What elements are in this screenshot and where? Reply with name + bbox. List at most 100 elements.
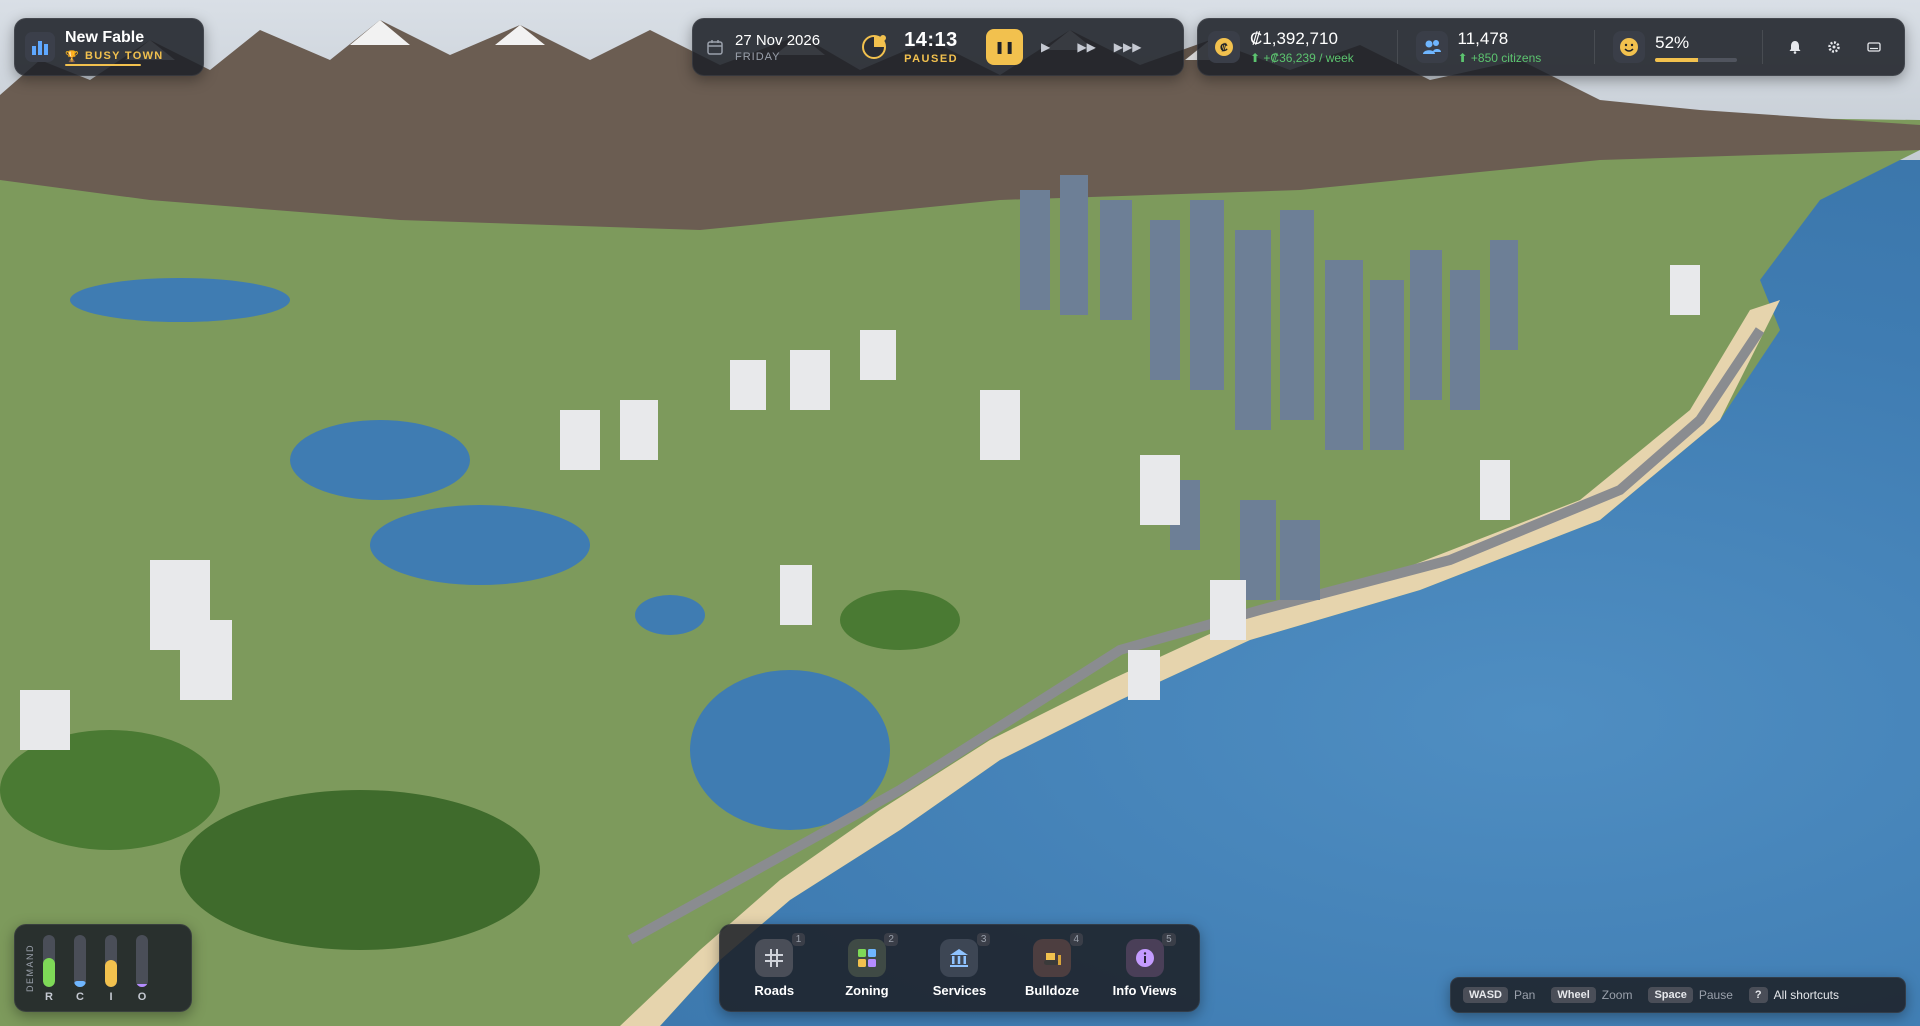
bell-icon bbox=[1789, 41, 1801, 54]
services-tool-button[interactable]: 3 Services bbox=[916, 932, 1002, 998]
shortcut-key: Space bbox=[1648, 987, 1693, 1003]
zoning-tool-button[interactable]: 2 Zoning bbox=[824, 932, 910, 998]
fast-forward-button[interactable]: ▶▶ bbox=[1068, 29, 1105, 65]
demand-letter: R bbox=[45, 991, 53, 1003]
demand-track bbox=[105, 935, 117, 987]
coin-icon: ₡ bbox=[1208, 31, 1240, 63]
city-rank-label: BUSY TOWN bbox=[85, 50, 164, 62]
pause-button[interactable]: ❚❚ bbox=[986, 29, 1024, 65]
keyboard-shortcuts-button[interactable] bbox=[1854, 40, 1894, 54]
pause-icon: ❚❚ bbox=[994, 40, 1015, 54]
demand-title: DEMAND bbox=[25, 944, 35, 993]
roads-icon bbox=[755, 938, 794, 977]
shortcut-action: All shortcuts bbox=[1773, 988, 1839, 1002]
hotkey-badge: 1 bbox=[791, 932, 806, 946]
tool-label: Services bbox=[932, 982, 987, 998]
svg-text:₡: ₡ bbox=[1220, 42, 1228, 54]
play-button[interactable]: ▶ bbox=[1027, 29, 1064, 65]
lake bbox=[70, 278, 290, 322]
demand-commercial: C bbox=[74, 935, 86, 1003]
day-night-cycle-icon bbox=[862, 35, 887, 59]
bulldozer-icon bbox=[1033, 938, 1072, 977]
zoning-icon bbox=[847, 938, 886, 977]
demand-fill bbox=[105, 959, 117, 987]
happiness-bar bbox=[1655, 57, 1738, 62]
population-delta: +850 citizens bbox=[1470, 51, 1542, 65]
build-toolbar: 1 Roads 2 Zoning 3 Services 4 Bulldoze 5… bbox=[719, 924, 1200, 1012]
hotkey-badge: 5 bbox=[1162, 932, 1176, 946]
stats-panel: ₡ ₡1,392,710 ⬆ +₡36,239 / week 11,478 ⬆ … bbox=[1197, 18, 1905, 76]
info-views-tool-button[interactable]: 5 Info Views bbox=[1102, 932, 1188, 998]
play-icon: ▶ bbox=[1040, 40, 1051, 54]
lake bbox=[290, 420, 470, 500]
hotkey-badge: 4 bbox=[1069, 932, 1084, 946]
roads-tool-button[interactable]: 1 Roads bbox=[731, 932, 817, 998]
services-icon bbox=[940, 938, 979, 977]
hotkey-badge: 3 bbox=[976, 932, 991, 946]
shortcut-action: Pan bbox=[1514, 988, 1536, 1002]
demand-track bbox=[136, 935, 148, 987]
keyboard-icon bbox=[1867, 42, 1881, 52]
gear-icon bbox=[1828, 41, 1841, 53]
money-value: ₡1,392,710 bbox=[1250, 29, 1338, 48]
population-value: 11,478 bbox=[1457, 29, 1509, 48]
time-panel: 27 Nov 2026 FRIDAY 14:13 PAUSED ❚❚ ▶ ▶▶ … bbox=[692, 18, 1184, 76]
city-name: New Fable bbox=[65, 28, 145, 46]
money-stat[interactable]: ₡ ₡1,392,710 ⬆ +₡36,239 / week bbox=[1208, 29, 1397, 65]
bulldoze-tool-button[interactable]: 4 Bulldoze bbox=[1009, 932, 1095, 998]
tool-label: Roads bbox=[754, 982, 795, 998]
forest bbox=[840, 590, 960, 650]
fastest-forward-button[interactable]: ▶▶▶ bbox=[1109, 29, 1146, 65]
happiness-bar-fill bbox=[1655, 57, 1698, 62]
fast-forward-icon: ▶▶ bbox=[1077, 40, 1096, 54]
smiley-icon bbox=[1613, 31, 1646, 63]
city-info-panel[interactable]: New Fable 🏆 BUSY TOWN bbox=[14, 18, 204, 76]
settings-button[interactable] bbox=[1815, 40, 1855, 54]
demand-letter: I bbox=[109, 991, 113, 1003]
shortcuts-bar: WASD Pan Wheel Zoom Space Pause ? All sh… bbox=[1450, 977, 1906, 1013]
demand-office: O bbox=[136, 935, 148, 1003]
shortcut-action: Pause bbox=[1698, 988, 1733, 1002]
lake bbox=[690, 670, 890, 830]
citizens-icon bbox=[1415, 31, 1448, 63]
lake bbox=[635, 595, 705, 635]
demand-track bbox=[74, 935, 86, 987]
shortcut-key: WASD bbox=[1463, 987, 1508, 1003]
demand-letter: C bbox=[76, 991, 84, 1003]
lake bbox=[370, 505, 590, 585]
game-viewport[interactable] bbox=[0, 0, 1920, 1026]
divider bbox=[1761, 30, 1763, 64]
happiness-stat[interactable]: 52% bbox=[1613, 31, 1762, 63]
demand-fill bbox=[136, 983, 148, 987]
divider bbox=[1396, 30, 1398, 64]
shortcut-key: Wheel bbox=[1551, 987, 1596, 1003]
weekday-label: FRIDAY bbox=[735, 50, 781, 63]
calendar-icon bbox=[707, 40, 723, 55]
shortcut-zoom: Wheel Zoom bbox=[1551, 987, 1632, 1003]
rank-progress-bar bbox=[65, 63, 141, 66]
shortcut-pan: WASD Pan bbox=[1463, 987, 1535, 1003]
shortcut-action: Zoom bbox=[1601, 988, 1633, 1002]
speed-controls: ❚❚ ▶ ▶▶ ▶▶▶ bbox=[986, 29, 1146, 65]
tool-label: Info Views bbox=[1112, 982, 1177, 998]
demand-panel: DEMAND R C I O bbox=[14, 924, 192, 1012]
city-skyline-icon bbox=[25, 32, 55, 62]
clock-state: PAUSED bbox=[904, 53, 959, 65]
demand-industrial: I bbox=[105, 935, 117, 1003]
info-icon bbox=[1125, 938, 1164, 977]
population-stat[interactable]: 11,478 ⬆ +850 citizens bbox=[1415, 29, 1595, 65]
shortcut-all[interactable]: ? All shortcuts bbox=[1748, 987, 1839, 1003]
notifications-button[interactable] bbox=[1775, 40, 1815, 54]
demand-letter: O bbox=[137, 991, 147, 1003]
up-arrow-icon: ⬆ bbox=[1457, 51, 1471, 65]
shortcut-key: ? bbox=[1748, 987, 1768, 1003]
clock-time: 14:13 bbox=[904, 29, 958, 51]
city-map-render bbox=[0, 20, 1920, 1026]
money-delta: +₡36,239 / week bbox=[1263, 51, 1354, 65]
divider bbox=[1594, 30, 1596, 64]
trophy-icon: 🏆 bbox=[65, 50, 80, 63]
fastest-forward-icon: ▶▶▶ bbox=[1113, 40, 1142, 54]
demand-residential: R bbox=[43, 935, 55, 1003]
forest bbox=[180, 790, 540, 950]
demand-track bbox=[43, 935, 55, 987]
